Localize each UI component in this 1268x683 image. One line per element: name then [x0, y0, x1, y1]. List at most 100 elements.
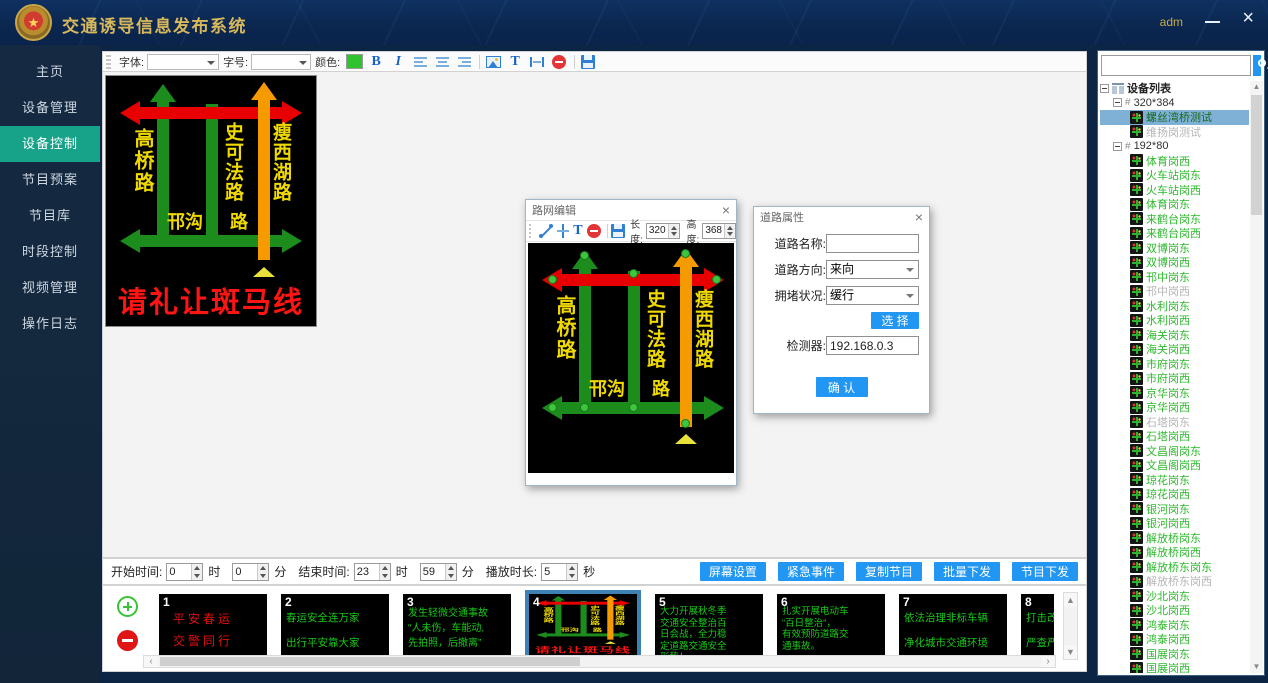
align-left-button[interactable]: [411, 53, 429, 70]
tree-device-国展岗西[interactable]: 国展岗西: [1100, 661, 1249, 673]
spin-up-icon[interactable]: [567, 564, 577, 572]
time-spinner[interactable]: 5: [541, 563, 578, 581]
spin-up-icon[interactable]: [258, 564, 268, 572]
scrollbar-thumb[interactable]: [1251, 95, 1262, 215]
tree-device-邗中岗西[interactable]: 邗中岗西: [1100, 284, 1249, 299]
remove-program-button[interactable]: [117, 630, 138, 651]
edit-handle[interactable]: [548, 403, 557, 412]
playlist-vertical-scrollbar[interactable]: ▲ ▼: [1063, 592, 1078, 660]
tree-device-琼花岗西[interactable]: 琼花岗西: [1100, 487, 1249, 502]
save-button[interactable]: [611, 223, 625, 240]
scroll-left-icon[interactable]: ‹: [144, 656, 158, 667]
tree-device-螺丝湾桥测试[interactable]: 螺丝湾桥测试: [1100, 110, 1249, 125]
time-spinner[interactable]: 0: [166, 563, 203, 581]
sidebar-item-主页[interactable]: 主页: [0, 54, 100, 90]
select-detector-button[interactable]: 选 择: [871, 312, 919, 329]
toolbar-grip[interactable]: [106, 55, 111, 69]
tree-device-水利岗西[interactable]: 水利岗西: [1100, 313, 1249, 328]
minimize-icon[interactable]: [1205, 21, 1220, 23]
playlist-item[interactable]: 依法治理非标车辆净化城市交通环境7: [899, 594, 1007, 656]
playlist-item[interactable]: 高桥路 史可法路 瘦西湖路 邗沟 路 请礼让斑马线 4: [529, 594, 637, 656]
tree-device-文昌阁岗东[interactable]: 文昌阁岗东: [1100, 444, 1249, 459]
tree-device-体育岗东[interactable]: 体育岗东: [1100, 197, 1249, 212]
road-name-input[interactable]: [826, 234, 919, 253]
tree-device-海关岗西[interactable]: 海关岗西: [1100, 342, 1249, 357]
collapse-icon[interactable]: [1100, 84, 1109, 93]
edit-handle[interactable]: [629, 403, 638, 412]
spin-up-icon[interactable]: [669, 224, 679, 231]
selected-playlist-item[interactable]: 高桥路 史可法路 瘦西湖路 邗沟 路 请礼让斑马线 4: [525, 590, 641, 660]
tree-device-海关岗东[interactable]: 海关岗东: [1100, 328, 1249, 343]
tree-device-双博岗东[interactable]: 双博岗东: [1100, 241, 1249, 256]
tree-device-市府岗西[interactable]: 市府岗西: [1100, 371, 1249, 386]
spin-down-icon[interactable]: [567, 572, 577, 580]
draw-line-button[interactable]: [539, 223, 553, 240]
playlist-item[interactable]: 大力开展秋冬季交通安全整治百日会战，全力稳定道路交通安全形势！5: [655, 594, 763, 656]
tree-device-解放桥东岗西[interactable]: 解放桥东岗西: [1100, 574, 1249, 589]
align-right-button[interactable]: [455, 53, 473, 70]
congestion-select[interactable]: 缓行: [826, 286, 919, 305]
editor-canvas[interactable]: 高桥路 史可法路 瘦西湖路 邗沟 路: [528, 243, 734, 473]
action-button-屏幕设置[interactable]: 屏幕设置: [700, 562, 766, 581]
road-direction-select[interactable]: 来向: [826, 260, 919, 279]
tree-device-解放桥东岗东[interactable]: 解放桥东岗东: [1100, 560, 1249, 575]
playlist-item[interactable]: 打击改装“炸街严查严处“机动8: [1021, 594, 1054, 656]
scroll-up-icon[interactable]: ▲: [1064, 593, 1077, 607]
spin-down-icon[interactable]: [725, 231, 735, 238]
tree-device-鸿泰岗西[interactable]: 鸿泰岗西: [1100, 632, 1249, 647]
confirm-button[interactable]: 确 认: [816, 377, 868, 397]
insert-image-button[interactable]: [484, 53, 502, 70]
tree-device-来鹤台岗东[interactable]: 来鹤台岗东: [1100, 212, 1249, 227]
tree-device-来鹤台岗西[interactable]: 来鹤台岗西: [1100, 226, 1249, 241]
spin-down-icon[interactable]: [669, 231, 679, 238]
tree-device-水利岗东[interactable]: 水利岗东: [1100, 299, 1249, 314]
device-search-input[interactable]: [1101, 55, 1251, 76]
spin-down-icon[interactable]: [446, 572, 456, 580]
detector-input[interactable]: [826, 336, 919, 355]
action-button-节目下发[interactable]: 节目下发: [1012, 562, 1078, 581]
tree-device-火车站岗东[interactable]: 火车站岗东: [1100, 168, 1249, 183]
scroll-up-icon[interactable]: ▲: [1250, 81, 1263, 93]
device-search-button[interactable]: [1253, 55, 1261, 76]
align-center-button[interactable]: [433, 53, 451, 70]
spin-down-icon[interactable]: [258, 572, 268, 580]
spin-down-icon[interactable]: [192, 572, 202, 580]
spin-up-icon[interactable]: [446, 564, 456, 572]
tree-device-京华岗东[interactable]: 京华岗东: [1100, 386, 1249, 401]
height-spinner[interactable]: 368: [702, 223, 736, 239]
delete-button[interactable]: [550, 53, 568, 70]
tree-device-银河岗西[interactable]: 银河岗西: [1100, 516, 1249, 531]
playlist-item[interactable]: 春运安全连万家出行平安靠大家2: [281, 594, 389, 656]
tree-device-国展岗东[interactable]: 国展岗东: [1100, 647, 1249, 662]
edit-handle[interactable]: [580, 403, 589, 412]
delete-button[interactable]: [587, 223, 601, 240]
tree-device-邗中岗东[interactable]: 邗中岗东: [1100, 270, 1249, 285]
edit-handle[interactable]: [580, 251, 589, 260]
edit-handle[interactable]: [548, 275, 557, 284]
spin-up-icon[interactable]: [192, 564, 202, 572]
close-icon[interactable]: ×: [722, 203, 730, 217]
tree-device-石塔岗东[interactable]: 石塔岗东: [1100, 415, 1249, 430]
tree-device-银河岗东[interactable]: 银河岗东: [1100, 502, 1249, 517]
insert-text-button[interactable]: T: [573, 223, 582, 240]
time-spinner[interactable]: 0: [232, 563, 269, 581]
sidebar-item-时段控制[interactable]: 时段控制: [0, 234, 100, 270]
length-spinner[interactable]: 320: [646, 223, 680, 239]
sidebar-item-设备控制[interactable]: 设备控制: [0, 126, 100, 162]
sidebar-item-节目库[interactable]: 节目库: [0, 198, 100, 234]
sidebar-item-视频管理[interactable]: 视频管理: [0, 270, 100, 306]
tree-root-device-list[interactable]: 设备列表: [1100, 81, 1249, 96]
close-icon[interactable]: ×: [1242, 8, 1254, 28]
action-button-复制节目[interactable]: 复制节目: [856, 562, 922, 581]
scroll-down-icon[interactable]: ▼: [1064, 645, 1077, 659]
close-icon[interactable]: ×: [915, 210, 923, 224]
action-button-批量下发[interactable]: 批量下发: [934, 562, 1000, 581]
tree-device-京华岗西[interactable]: 京华岗西: [1100, 400, 1249, 415]
save-button[interactable]: [579, 53, 597, 70]
spin-up-icon[interactable]: [725, 224, 735, 231]
color-swatch[interactable]: [346, 54, 363, 69]
edit-handle[interactable]: [681, 419, 690, 428]
playlist-horizontal-scrollbar[interactable]: ‹ ›: [143, 655, 1056, 668]
spacing-button[interactable]: [528, 53, 546, 70]
tree-device-火车站岗西[interactable]: 火车站岗西: [1100, 183, 1249, 198]
